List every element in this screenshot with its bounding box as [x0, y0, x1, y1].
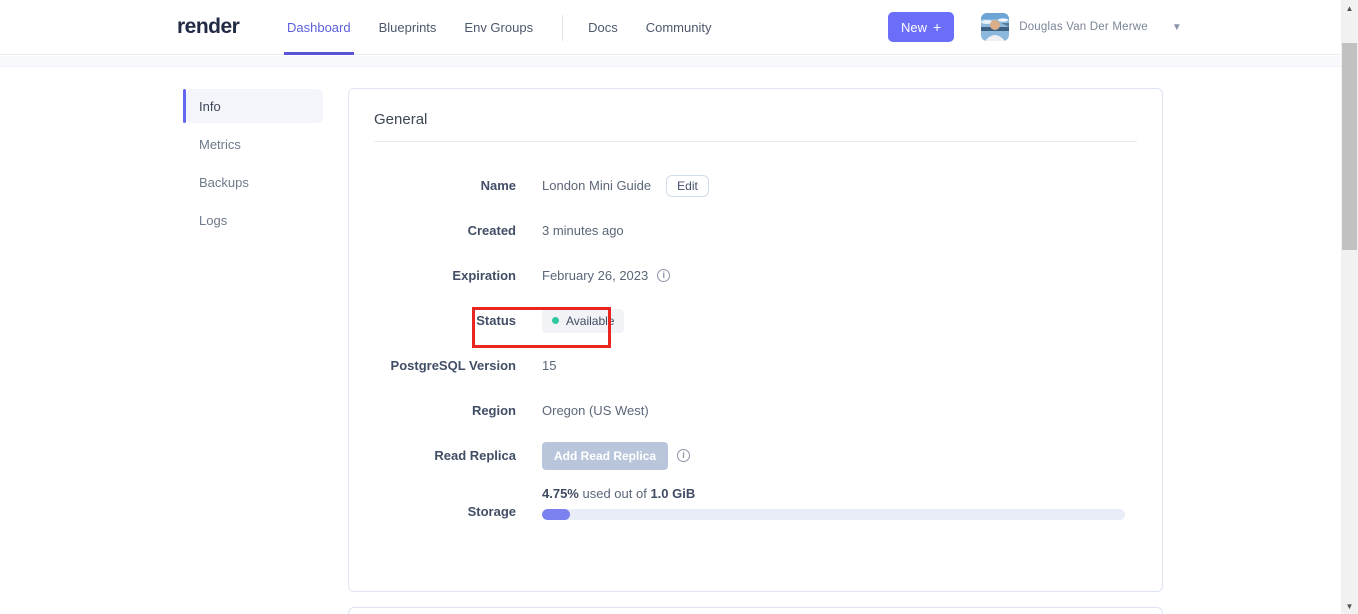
nav-dashboard[interactable]: Dashboard	[284, 0, 354, 55]
render-logo[interactable]: render	[177, 0, 240, 54]
storage-row: Storage 4.75% used out of 1.0 GiB	[374, 478, 1137, 535]
add-read-replica-button[interactable]: Add Read Replica	[542, 441, 669, 470]
chevron-down-icon[interactable]: ▼	[1172, 22, 1182, 33]
storage-progress-fill	[542, 509, 570, 520]
new-button[interactable]: New +	[888, 12, 955, 42]
nav-env-groups[interactable]: Env Groups	[461, 0, 536, 55]
storage-usage-text: 4.75% used out of 1.0 GiB	[542, 486, 1125, 501]
header-right-cluster: New + Douglas Van Der Merwe ▼	[888, 0, 1182, 54]
read-replica-row: Read Replica Add Read Replica i	[374, 433, 1137, 478]
status-dot-icon	[552, 317, 559, 324]
card-title: General	[374, 111, 428, 128]
region-label: Region	[471, 403, 516, 418]
storage-label: Storage	[467, 504, 516, 519]
storage-progress-track	[542, 509, 1125, 520]
user-avatar[interactable]	[981, 13, 1010, 41]
new-button-label: New	[901, 19, 928, 35]
sidebar-nav: Info Metrics Backups Logs	[186, 89, 323, 241]
scrollbar-up-arrow-icon[interactable]: ▲	[1341, 0, 1358, 16]
pg-version-value: 15	[542, 358, 557, 373]
status-label: Status	[476, 313, 516, 328]
region-value: Oregon (US West)	[542, 403, 649, 418]
info-rows: Name London Mini Guide Edit Created 3 mi…	[374, 163, 1137, 535]
status-value: Available	[566, 313, 615, 328]
read-replica-label: Read Replica	[434, 448, 516, 463]
sidebar-item-info[interactable]: Info	[186, 89, 323, 123]
expiration-label: Expiration	[452, 268, 516, 283]
sidebar-item-metrics[interactable]: Metrics	[186, 127, 323, 161]
status-badge: Available	[542, 308, 625, 333]
scrollbar-down-arrow-icon[interactable]: ▼	[1341, 598, 1358, 614]
storage-used-percent: 4.75%	[542, 486, 579, 501]
nav-blueprints[interactable]: Blueprints	[376, 0, 440, 55]
avatar-photo	[981, 13, 1010, 41]
page-scrollbar[interactable]: ▲ ▼	[1341, 0, 1358, 614]
name-label: Name	[480, 178, 516, 193]
pg-version-label: PostgreSQL Version	[390, 358, 516, 373]
scrollbar-thumb[interactable]	[1342, 43, 1357, 250]
pg-version-row: PostgreSQL Version 15	[374, 343, 1137, 388]
sidebar-item-backups[interactable]: Backups	[186, 165, 323, 199]
storage-middle-text: used out of	[578, 486, 651, 501]
storage-total: 1.0 GiB	[650, 486, 696, 501]
nav-docs[interactable]: Docs	[585, 0, 621, 55]
created-row: Created 3 minutes ago	[374, 208, 1137, 253]
general-card: General Name London Mini Guide Edit Crea…	[348, 88, 1163, 592]
user-name: Douglas Van Der Merwe	[1019, 21, 1148, 33]
expiration-row: Expiration February 26, 2023 i	[374, 253, 1137, 298]
render-dashboard-page: render Dashboard Blueprints Env Groups D…	[0, 0, 1358, 614]
name-value: London Mini Guide	[542, 178, 652, 193]
name-row: Name London Mini Guide Edit	[374, 163, 1137, 208]
next-card-stub	[348, 607, 1163, 614]
nav-divider	[562, 14, 564, 41]
status-row: Status Available	[374, 298, 1137, 343]
primary-nav: Dashboard Blueprints Env Groups Docs Com…	[284, 0, 736, 55]
nav-community[interactable]: Community	[643, 0, 715, 55]
expiration-value: February 26, 2023	[542, 268, 649, 283]
expiration-info-icon[interactable]: i	[657, 269, 671, 282]
plus-icon: +	[933, 19, 942, 35]
created-label: Created	[467, 223, 516, 238]
region-row: Region Oregon (US West)	[374, 388, 1137, 433]
read-replica-info-icon[interactable]: i	[677, 449, 691, 462]
created-value: 3 minutes ago	[542, 223, 624, 238]
header-sub-band	[0, 56, 1341, 67]
card-title-divider	[374, 141, 1137, 142]
sidebar-item-logs[interactable]: Logs	[186, 203, 323, 237]
edit-name-button[interactable]: Edit	[666, 174, 709, 197]
top-header: render Dashboard Blueprints Env Groups D…	[0, 0, 1341, 55]
